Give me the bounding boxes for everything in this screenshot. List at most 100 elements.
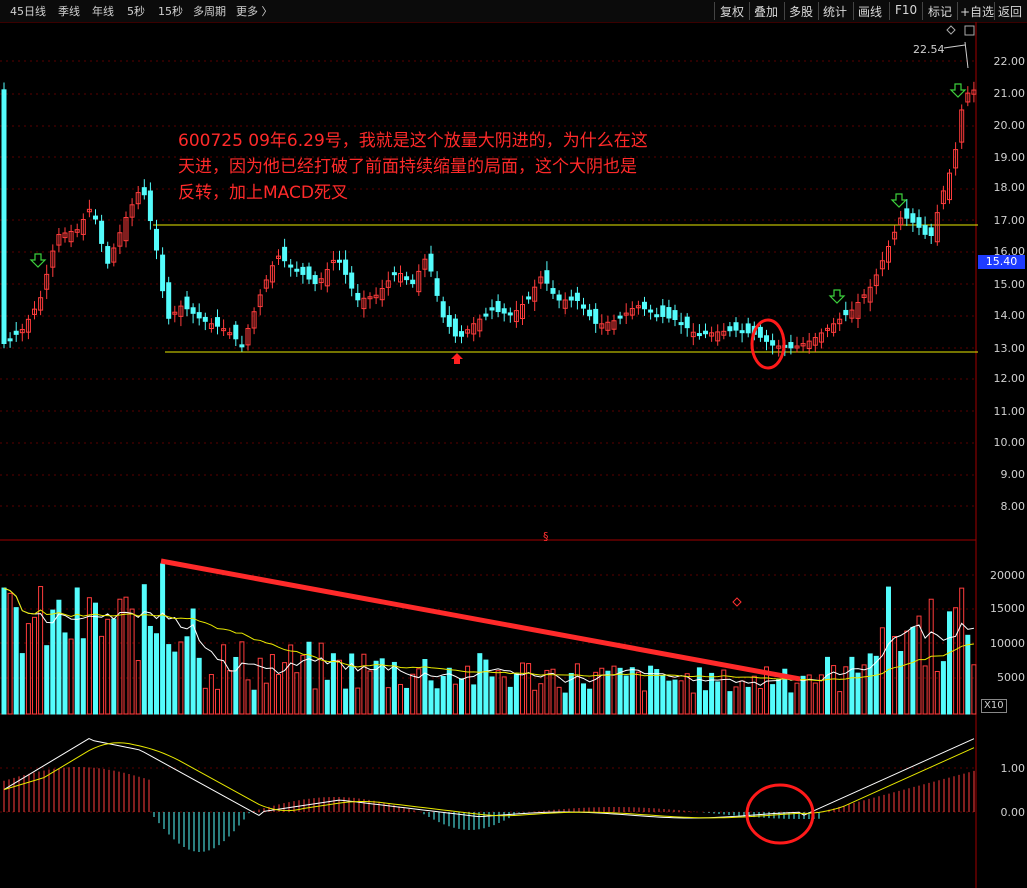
volume-bar bbox=[666, 680, 672, 715]
volume-bar bbox=[343, 688, 349, 715]
candle-body bbox=[727, 326, 733, 332]
overlay-button[interactable]: 叠加 bbox=[754, 3, 778, 20]
candle-body bbox=[141, 187, 147, 196]
annotation-text: 600725 09年6.29号，我就是这个放量大阴进的，为什么在这 天进，因为他… bbox=[178, 128, 758, 206]
price-tick: 18.00 bbox=[993, 181, 1026, 194]
volume-bar bbox=[587, 688, 593, 715]
candle-body bbox=[739, 330, 745, 334]
price-tick: 9.00 bbox=[1000, 468, 1026, 481]
candle-body bbox=[672, 310, 678, 321]
candle-body bbox=[757, 326, 763, 338]
candle-body bbox=[788, 342, 794, 349]
volume-bar bbox=[233, 656, 239, 715]
candle-body bbox=[349, 272, 355, 289]
macd-tick: 0.00 bbox=[1000, 806, 1026, 819]
current-price-tag: 15.40 bbox=[978, 255, 1025, 269]
panel-toggle-icon[interactable] bbox=[964, 25, 975, 36]
add-watchlist-button[interactable]: +自选 bbox=[960, 3, 994, 20]
candle-body bbox=[410, 279, 416, 285]
candle-body bbox=[391, 272, 397, 276]
candle-body bbox=[1, 89, 7, 344]
back-button[interactable]: 返回 bbox=[998, 3, 1022, 20]
volume-bar bbox=[806, 674, 812, 715]
price-tick: 14.00 bbox=[993, 309, 1026, 322]
volume-bar bbox=[886, 586, 891, 715]
volume-bar bbox=[513, 673, 519, 715]
candle-body bbox=[574, 292, 580, 302]
multi-period-menu[interactable]: 多周期 bbox=[193, 3, 226, 19]
divider bbox=[784, 2, 785, 20]
volume-bar bbox=[19, 653, 25, 715]
volume-bar bbox=[721, 669, 727, 715]
candle-body bbox=[678, 322, 684, 326]
volume-bar bbox=[611, 665, 617, 715]
volume-bar bbox=[318, 642, 324, 715]
volume-bar bbox=[879, 627, 885, 715]
volume-bar bbox=[129, 608, 135, 715]
period-quarter[interactable]: 季线 bbox=[58, 3, 80, 19]
volume-bar bbox=[166, 644, 172, 715]
volume-bar bbox=[452, 683, 458, 715]
candle-body bbox=[459, 331, 464, 337]
candle-body bbox=[434, 278, 440, 296]
candle-body bbox=[355, 292, 361, 301]
peak-arrow bbox=[964, 41, 969, 69]
volume-bar bbox=[251, 689, 257, 715]
adjust-button[interactable]: 复权 bbox=[720, 3, 744, 20]
candle-body bbox=[922, 225, 928, 235]
volume-bar bbox=[74, 587, 80, 715]
draw-line-button[interactable]: 画线 bbox=[858, 3, 882, 20]
volume-bar bbox=[727, 691, 733, 715]
volume-bar bbox=[733, 686, 739, 715]
volume-bar bbox=[904, 630, 910, 715]
volume-bar bbox=[446, 667, 452, 715]
volume-bar bbox=[800, 675, 806, 715]
volume-bar bbox=[300, 654, 306, 715]
price-tick: 21.00 bbox=[993, 87, 1026, 100]
candle-body bbox=[312, 275, 318, 285]
mark-button[interactable]: 标记 bbox=[928, 3, 952, 20]
volume-bar bbox=[794, 682, 800, 715]
diamond-icon[interactable] bbox=[946, 25, 956, 35]
more-menu[interactable]: 更多 〉 bbox=[236, 3, 273, 19]
price-tick: 19.00 bbox=[993, 151, 1026, 164]
candle-body bbox=[99, 220, 105, 244]
divider bbox=[889, 2, 890, 20]
candle-body bbox=[93, 215, 98, 220]
candle-body bbox=[343, 259, 349, 275]
volume-bar bbox=[32, 616, 37, 715]
volume-bar bbox=[184, 636, 190, 715]
period-5sec[interactable]: 5秒 bbox=[127, 3, 145, 19]
price-tick: 10.00 bbox=[993, 436, 1026, 449]
candle-body bbox=[648, 309, 654, 313]
volume-bar bbox=[770, 684, 776, 715]
diamond-marker-icon bbox=[732, 597, 742, 607]
volume-bar bbox=[306, 641, 312, 715]
divider bbox=[922, 2, 923, 20]
volume-bar bbox=[227, 670, 233, 715]
volume-bar bbox=[147, 625, 153, 715]
stats-button[interactable]: 统计 bbox=[823, 3, 847, 20]
volume-bar bbox=[788, 692, 794, 715]
volume-scale-badge: X10 bbox=[981, 699, 1007, 713]
volume-bar bbox=[861, 664, 867, 715]
candle-body bbox=[501, 308, 507, 314]
volume-bar bbox=[867, 653, 873, 715]
volume-bar bbox=[690, 692, 696, 715]
volume-bar bbox=[56, 599, 62, 715]
multi-stock-button[interactable]: 多股 bbox=[789, 3, 813, 20]
period-15sec[interactable]: 15秒 bbox=[158, 3, 183, 19]
candle-body bbox=[160, 254, 166, 292]
volume-bar bbox=[141, 584, 147, 715]
period-45day[interactable]: 45日线 bbox=[10, 3, 46, 19]
volume-bar bbox=[385, 687, 391, 715]
candle-body bbox=[904, 208, 910, 219]
volume-bar bbox=[660, 675, 666, 715]
f10-button[interactable]: F10 bbox=[895, 3, 917, 17]
volume-bar bbox=[703, 690, 708, 715]
macd-grid bbox=[0, 767, 976, 813]
period-year[interactable]: 年线 bbox=[92, 3, 114, 19]
volume-bar bbox=[80, 638, 86, 715]
divider bbox=[957, 2, 958, 20]
volume-bar bbox=[581, 683, 586, 715]
